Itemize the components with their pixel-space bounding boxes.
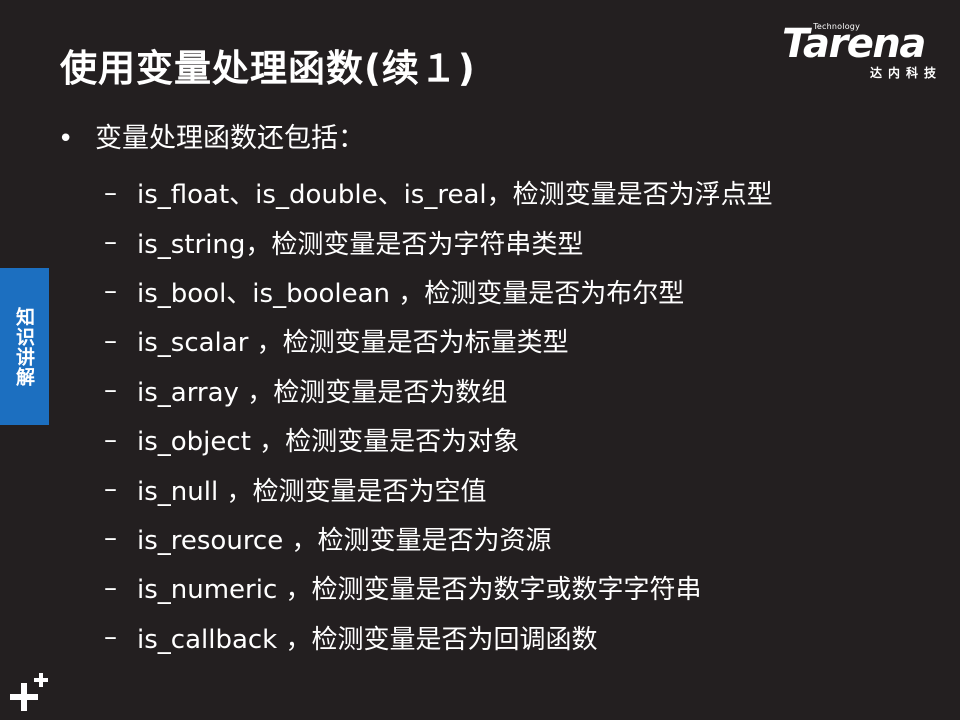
list-item-text: is_string，检测变量是否为字符串类型 — [137, 229, 584, 260]
main-bullet: • 变量处理函数还包括： — [58, 121, 365, 157]
plus-decoration-icon — [10, 673, 48, 711]
list-item: – is_numeric ，检测变量是否为数字或数字字符串 — [104, 563, 773, 612]
list-item-text: is_null ，检测变量是否为空值 — [137, 476, 487, 507]
dash-icon: – — [104, 474, 117, 505]
section-side-tab: 知识讲解 — [0, 268, 49, 425]
list-item-text: is_float、is_double、is_real，检测变量是否为浮点型 — [137, 180, 773, 211]
dash-icon: – — [104, 572, 117, 603]
dash-icon: – — [104, 177, 117, 208]
list-item: – is_scalar ，检测变量是否为标量类型 — [104, 316, 773, 365]
list-item: – is_bool、is_boolean ，检测变量是否为布尔型 — [104, 267, 773, 316]
list-item: – is_object ，检测变量是否为对象 — [104, 415, 773, 464]
sub-bullet-list: – is_float、is_double、is_real，检测变量是否为浮点型 –… — [104, 168, 773, 662]
logo-chinese-name: 达内科技 — [869, 66, 942, 80]
slide: 使用变量处理函数(续１) Technology Tarena 达内科技 知识讲解… — [0, 0, 960, 720]
list-item: – is_resource ，检测变量是否为资源 — [104, 514, 773, 563]
main-bullet-text: 变量处理函数还包括： — [95, 123, 365, 154]
slide-title: 使用变量处理函数(续１) — [60, 47, 476, 90]
list-item-text: is_numeric ，检测变量是否为数字或数字字符串 — [137, 575, 702, 606]
list-item: – is_array ，检测变量是否为数组 — [104, 366, 773, 415]
list-item-text: is_object ，检测变量是否为对象 — [137, 427, 520, 458]
dash-icon: – — [104, 227, 117, 258]
list-item-text: is_scalar ，检测变量是否为标量类型 — [137, 328, 569, 359]
dash-icon: – — [104, 276, 117, 307]
list-item: – is_string，检测变量是否为字符串类型 — [104, 217, 773, 266]
side-tab-label: 知识讲解 — [13, 306, 35, 387]
list-item-text: is_bool、is_boolean ，检测变量是否为布尔型 — [137, 278, 685, 309]
logo-wordmark: Tarena — [782, 21, 926, 67]
tarena-logo: Technology Tarena 达内科技 — [782, 22, 944, 82]
dash-icon: – — [104, 523, 117, 554]
list-item: – is_callback ，检测变量是否为回调函数 — [104, 613, 773, 662]
dash-icon: – — [104, 622, 117, 653]
list-item-text: is_array ，检测变量是否为数组 — [137, 377, 508, 408]
dash-icon: – — [104, 424, 117, 455]
dash-icon: – — [104, 375, 117, 406]
list-item-text: is_resource ，检测变量是否为资源 — [137, 525, 552, 556]
list-item-text: is_callback ，检测变量是否为回调函数 — [137, 624, 598, 655]
list-item: – is_float、is_double、is_real，检测变量是否为浮点型 — [104, 168, 773, 217]
bullet-dot-icon: • — [58, 124, 74, 154]
dash-icon: – — [104, 325, 117, 356]
list-item: – is_null ，检测变量是否为空值 — [104, 464, 773, 513]
